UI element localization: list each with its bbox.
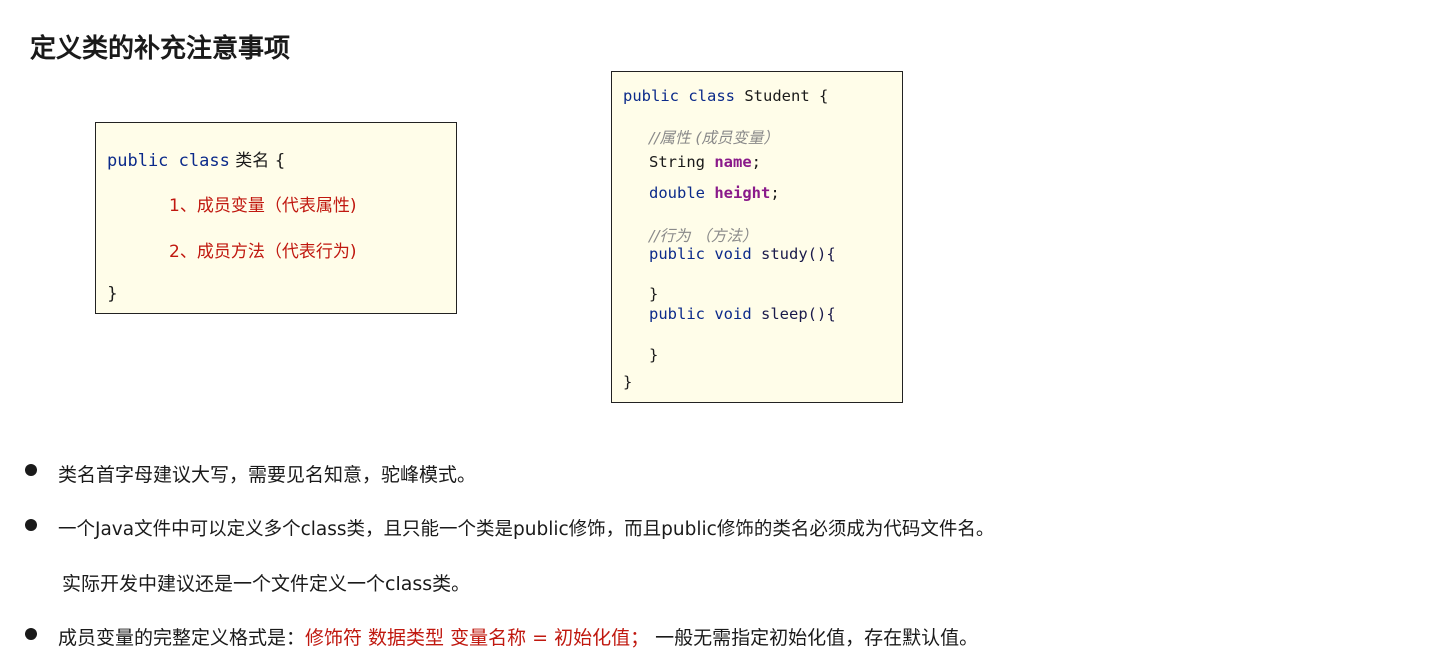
code-line-field-name: String name; xyxy=(649,153,761,171)
template-keyword: public class xyxy=(107,151,230,171)
code-close-brace: } xyxy=(649,346,659,364)
format-suffix: 一般无需指定初始化值，存在默认值。 xyxy=(649,627,979,649)
code-semicolon: ; xyxy=(770,184,780,202)
bullet-dot xyxy=(25,519,37,531)
bullet-dot xyxy=(25,464,37,476)
code-type: String xyxy=(649,153,705,171)
template-item-member-method: 2、成员方法（代表行为) xyxy=(169,242,357,262)
code-class-close-brace: } xyxy=(623,373,633,391)
bullet-note-one-class-per-file: 实际开发中建议还是一个文件定义一个class类。 xyxy=(62,573,471,595)
code-method-name: study(){ xyxy=(761,245,836,263)
bullet-text-member-variable-format: 成员变量的完整定义格式是：修饰符 数据类型 变量名称 = 初始化值； 一般无需指… xyxy=(58,623,978,650)
code-line-field-height: double height; xyxy=(649,184,780,202)
template-close-brace: } xyxy=(107,284,118,304)
code-comment-behaviors: //行为 （方法） xyxy=(649,227,758,245)
code-class-name: Student { xyxy=(744,87,829,105)
class-template-box: public class 类名 { 1、成员变量（代表属性) 2、成员方法（代表… xyxy=(95,122,457,314)
code-field: name xyxy=(714,153,752,171)
template-item-member-variable: 1、成员变量（代表属性) xyxy=(169,196,357,216)
bullet-text-multiple-classes: 一个Java文件中可以定义多个class类，且只能一个类是public修饰，而且… xyxy=(58,519,995,540)
code-comment-attributes: //属性 (成员变量） xyxy=(649,129,779,147)
code-field: height xyxy=(714,184,771,202)
code-keyword: public void xyxy=(649,305,752,323)
template-header-line: public class 类名 { xyxy=(107,146,285,171)
code-line-class-decl: public class Student { xyxy=(623,87,828,105)
code-close-brace: } xyxy=(649,285,659,303)
code-keyword: public void xyxy=(649,245,752,263)
code-method-name: sleep(){ xyxy=(761,305,836,323)
code-semicolon: ; xyxy=(751,153,762,171)
code-type: double xyxy=(649,184,705,202)
format-prefix: 成员变量的完整定义格式是： xyxy=(58,627,306,649)
code-line-sleep-method: public void sleep(){ xyxy=(649,305,836,323)
page-title: 定义类的补充注意事项 xyxy=(30,34,291,64)
bullet-text-naming: 类名首字母建议大写，需要见名知意，驼峰模式。 xyxy=(58,464,477,486)
template-class-name: 类名 { xyxy=(235,151,286,171)
code-line-study-method: public void study(){ xyxy=(649,245,836,263)
student-example-box: public class Student { //属性 (成员变量） Strin… xyxy=(611,71,903,403)
format-syntax: 修饰符 数据类型 变量名称 = 初始化值； xyxy=(305,627,650,649)
bullet-dot xyxy=(25,628,37,640)
code-keyword: public class xyxy=(623,87,735,105)
